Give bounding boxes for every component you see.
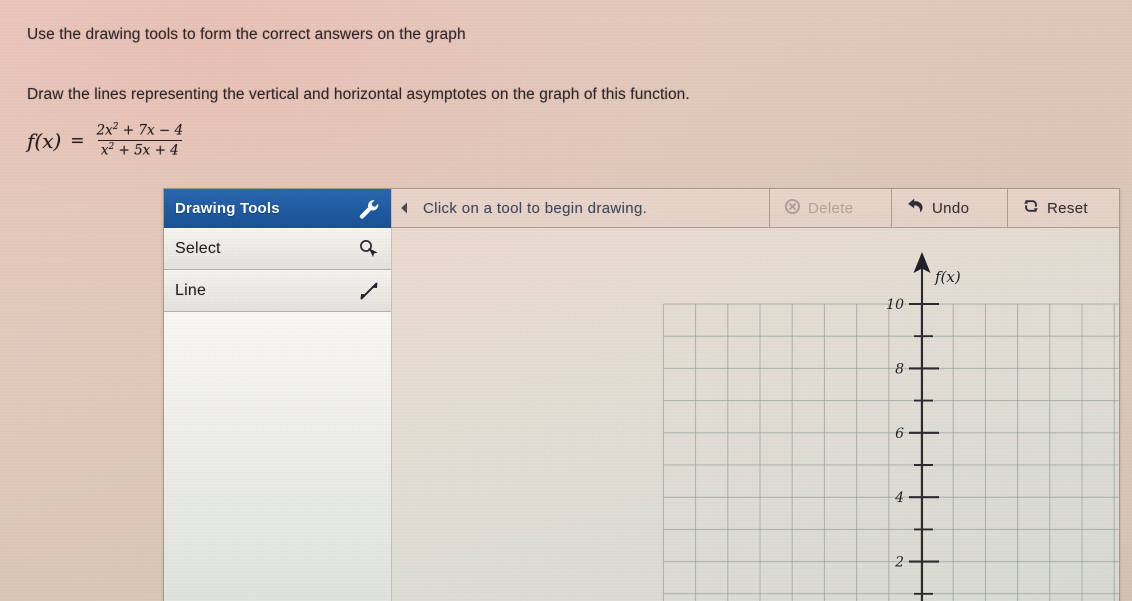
- reset-button-label: Reset: [1047, 199, 1088, 217]
- instruction-line-1: Use the drawing tools to form the correc…: [27, 26, 466, 43]
- screenshot-root: Use the drawing tools to form the correc…: [0, 0, 1132, 601]
- formula-fraction: 2x2 + 7x − 4 x2 + 5x + 4: [94, 122, 187, 160]
- tool-label-select: Select: [175, 239, 221, 257]
- delete-button[interactable]: Delete: [769, 189, 891, 227]
- undo-arrow-icon: [906, 198, 925, 219]
- tool-label-line: Line: [175, 281, 207, 299]
- delete-circle-x-icon: [784, 198, 801, 219]
- reset-refresh-icon: [1022, 197, 1040, 219]
- grid-lines: [662, 303, 1119, 601]
- drawing-canvas-panel: Click on a tool to begin drawing. Delete: [391, 189, 1119, 601]
- tool-palette: Drawing Tools Select Line: [164, 189, 392, 601]
- coordinate-grid-canvas[interactable]: 10 8 6 4 2 f(x): [391, 228, 1119, 601]
- y-tick-label: 4: [894, 490, 904, 506]
- delete-button-label: Delete: [808, 199, 854, 217]
- wrench-icon: [356, 196, 382, 222]
- function-formula: f(x) = 2x2 + 7x − 4 x2 + 5x + 4: [27, 122, 186, 160]
- numerator-rest: + 7x − 4: [118, 122, 184, 139]
- y-axis-minor-ticks: [914, 335, 933, 595]
- y-tick-label: 6: [895, 426, 904, 442]
- sidebar-item-select[interactable]: Select: [164, 228, 391, 270]
- y-tick-label: 10: [886, 297, 904, 313]
- drawing-hint-text: Click on a tool to begin drawing.: [423, 199, 648, 217]
- instruction-line-2: Draw the lines representing the vertical…: [27, 86, 690, 103]
- tool-palette-empty-area: [164, 312, 391, 601]
- y-axis-major-ticks: [909, 302, 939, 563]
- drawing-tools-widget: Drawing Tools Select Line Click on a too…: [163, 188, 1120, 601]
- collapse-left-arrow-icon[interactable]: [393, 201, 415, 215]
- formula-lhs: f(x): [27, 128, 62, 153]
- y-tick-label: 2: [894, 555, 904, 571]
- formula-denominator: x2 + 5x + 4: [97, 140, 182, 159]
- numerator-term1: 2x: [96, 122, 113, 139]
- drawing-statusbar: Click on a tool to begin drawing. Delete: [391, 189, 1119, 228]
- formula-numerator: 2x2 + 7x − 4: [94, 122, 187, 140]
- drawing-tools-header: Drawing Tools: [164, 189, 391, 228]
- sidebar-item-line[interactable]: Line: [164, 270, 391, 312]
- reset-button[interactable]: Reset: [1007, 189, 1119, 227]
- undo-button-label: Undo: [932, 199, 970, 217]
- undo-button[interactable]: Undo: [891, 189, 1007, 227]
- line-double-arrow-icon: [356, 278, 382, 304]
- denominator-rest: + 5x + 4: [114, 142, 179, 159]
- y-tick-label: 8: [895, 361, 904, 377]
- select-cursor-icon: [356, 236, 382, 262]
- drawing-tools-title: Drawing Tools: [175, 200, 280, 217]
- formula-equals: =: [70, 130, 85, 151]
- axis-label-fx: f(x): [934, 268, 961, 286]
